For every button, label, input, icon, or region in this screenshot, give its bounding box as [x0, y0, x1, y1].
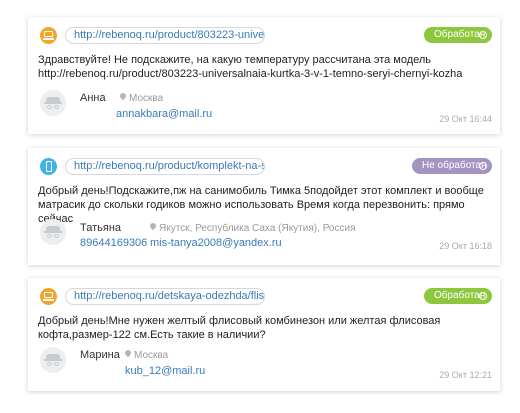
location-text: Москва: [129, 93, 164, 104]
message-text: Здравствуйте! Не подскажите, на какую те…: [38, 54, 463, 80]
customer-email[interactable]: mis-tanya2008@yandex.ru: [150, 237, 282, 249]
location-pin-icon: [120, 93, 126, 102]
location: Якутск, Республика Саха (Якутия), Россия: [150, 223, 355, 234]
timestamp: 29 Окт 12:21: [439, 370, 492, 380]
location-pin-icon: [150, 223, 156, 232]
customer-name: Анна: [80, 92, 106, 104]
status-circle-icon: [479, 31, 487, 39]
request-card: http://rebenoq.ru/product/803223-univer.…: [28, 17, 500, 134]
status-label: Обработан: [434, 29, 486, 40]
status-badge[interactable]: Обработан: [424, 27, 492, 43]
customer-name: Татьяна: [80, 222, 122, 234]
product-url-link[interactable]: http://rebenoq.ru/product/803223-univer.…: [65, 27, 265, 44]
status-circle-icon: [479, 162, 487, 170]
product-url-link[interactable]: http://rebenoq.ru/detskaya-odezhda/fliso…: [65, 288, 265, 305]
message-text: Добрый день!Мне нужен желтый флисовый ко…: [38, 315, 441, 341]
status-label: Обработан: [434, 290, 486, 301]
location: Москва: [125, 350, 168, 361]
status-circle-icon: [479, 292, 487, 300]
location-text: Якутск, Республика Саха (Якутия), Россия: [159, 223, 356, 234]
customer-email[interactable]: annakbara@mail.ru: [116, 108, 212, 120]
status-label: Не обработан: [422, 160, 487, 171]
laptop-icon: [40, 288, 57, 305]
laptop-icon: [40, 27, 57, 44]
avatar: [40, 90, 66, 116]
request-card: http://rebenoq.ru/product/komplekt-na-s.…: [28, 148, 500, 265]
customer-phone[interactable]: 89644169306: [80, 237, 147, 249]
request-card: http://rebenoq.ru/detskaya-odezhda/fliso…: [28, 278, 500, 391]
status-badge[interactable]: Не обработан: [412, 158, 492, 174]
phone-icon: [40, 158, 57, 175]
location: Москва: [120, 93, 163, 104]
avatar: [40, 347, 66, 373]
message-text: Добрый день!Подскажите,пж на санимобиль …: [38, 185, 484, 225]
product-url-link[interactable]: http://rebenoq.ru/product/komplekt-na-s.…: [65, 158, 265, 175]
location-pin-icon: [125, 350, 131, 359]
customer-name: Марина: [80, 349, 120, 361]
location-text: Москва: [134, 350, 169, 361]
avatar: [40, 219, 66, 245]
status-badge[interactable]: Обработан: [424, 288, 492, 304]
timestamp: 29 Окт 16:44: [439, 114, 492, 124]
timestamp: 29 Окт 16:18: [439, 241, 492, 251]
customer-email[interactable]: kub_12@mail.ru: [125, 365, 205, 377]
